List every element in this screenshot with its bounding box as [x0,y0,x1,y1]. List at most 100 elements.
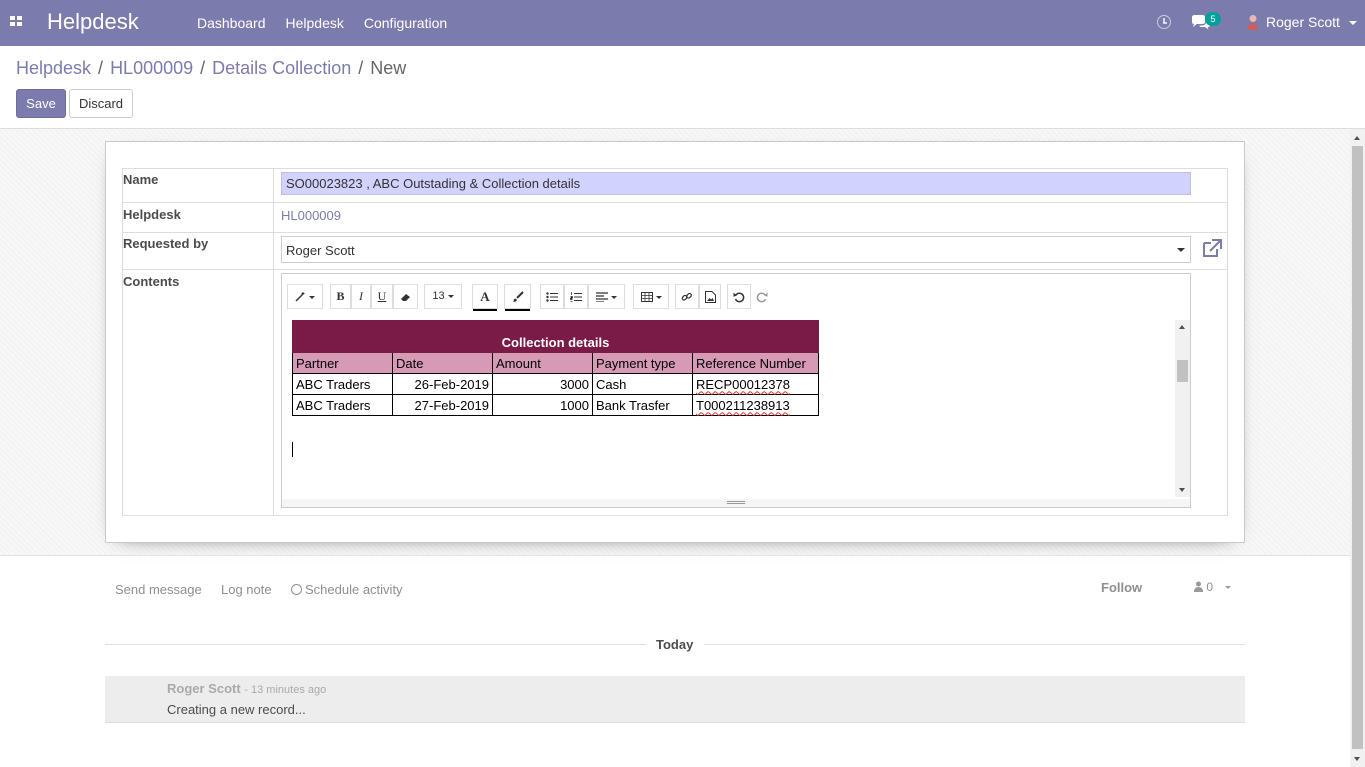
message-author[interactable]: Roger Scott [167,681,241,696]
page-scroll-up-icon[interactable] [1354,136,1360,140]
send-message-button[interactable]: Send message [115,582,202,597]
magic-wand-icon [295,292,305,302]
helpdesk-link[interactable]: HL000009 [281,208,341,223]
today-divider-left [105,644,646,645]
font-size-dropdown[interactable]: 13 [424,284,462,309]
schedule-activity-button[interactable]: Schedule activity [291,582,403,597]
chat-count-badge: 5 [1205,12,1221,26]
cell-payment-type: Cash [592,373,693,395]
menu-item-helpdesk[interactable]: Helpdesk [276,0,354,46]
image-file-icon [704,291,716,304]
table-icon [640,292,653,303]
requested-by-select[interactable]: Roger Scott [281,236,1191,263]
message-author-line: Roger Scott - 13 minutes ago [167,681,326,696]
page-scroll-thumb[interactable] [1352,146,1363,749]
text-cursor [292,442,293,457]
editor-content[interactable]: Collection details Partner Date Amount P… [282,318,1175,499]
cell-partner: ABC Traders [292,394,393,416]
cell-amount: 3000 [492,373,593,395]
requested-by-value: Roger Scott [286,243,355,258]
editor-resize-handle[interactable] [282,499,1190,507]
paint-brush-icon [512,291,524,303]
activity-clock-icon[interactable] [1157,15,1171,29]
save-button[interactable]: Save [16,89,66,118]
menu-item-dashboard[interactable]: Dashboard [187,0,276,46]
breadcrumb-details-collection[interactable]: Details Collection [212,58,351,79]
eraser-button[interactable] [393,284,418,309]
bullet-list-button[interactable] [540,284,564,309]
cell-date: 27-Feb-2019 [392,394,493,416]
eraser-icon [400,294,410,302]
cell-amount: 1000 [492,394,593,416]
redo-icon [756,292,768,303]
main-menu: Dashboard Helpdesk Configuration [187,0,457,46]
user-menu-caret-icon[interactable] [1349,21,1357,25]
user-icon [1194,581,1203,592]
user-menu-name[interactable]: Roger Scott [1266,14,1340,30]
name-field[interactable]: SO00023823 , ABC Outstading & Collection… [281,172,1191,195]
breadcrumb-ticket[interactable]: HL000009 [110,58,193,79]
top-navbar: Helpdesk Dashboard Helpdesk Configuratio… [0,0,1365,46]
cell-reference-number: RECP00012378 [692,373,819,395]
breadcrumb-helpdesk[interactable]: Helpdesk [16,58,91,79]
collection-table-title: Collection details [292,320,819,353]
bullet-list-icon [546,292,558,302]
numbered-list-button[interactable] [564,284,588,309]
today-divider-right [704,644,1245,645]
today-label: Today [656,637,694,652]
follow-button[interactable]: Follow [1101,580,1142,595]
paragraph-align-dropdown[interactable] [588,284,625,309]
html-editor[interactable]: B I U 13 A Collection details Partner Da… [281,273,1191,508]
name-label: Name [123,172,159,187]
apps-menu-icon[interactable] [10,16,23,27]
table-row: ABC Traders 26-Feb-2019 3000 Cash RECP00… [292,373,819,395]
log-note-button[interactable]: Log note [221,582,272,597]
page-scroll-down-icon[interactable] [1354,757,1360,761]
column-header-date: Date [392,352,493,374]
cell-reference-number: T000211238913 [692,394,819,416]
column-header-payment-type: Payment type [592,352,693,374]
user-avatar-icon[interactable] [1247,14,1259,30]
align-left-icon [596,292,608,303]
scroll-up-arrow-icon[interactable] [1179,325,1185,329]
message-body: Creating a new record... [167,702,306,717]
helpdesk-label: Helpdesk [123,207,181,222]
image-button[interactable] [699,284,721,309]
chatter-divider [0,555,1350,556]
bold-button[interactable]: B [330,284,351,309]
external-link-icon[interactable] [1201,238,1223,258]
clock-icon [291,584,302,595]
column-header-partner: Partner [292,352,393,374]
table-row: ABC Traders 27-Feb-2019 1000 Bank Trasfe… [292,394,819,416]
message-date: - 13 minutes ago [244,684,327,696]
table-dropdown[interactable] [633,284,669,309]
style-dropdown[interactable] [287,284,323,309]
italic-button[interactable]: I [351,284,371,309]
editor-scroll-thumb[interactable] [1177,360,1188,382]
editor-toolbar: B I U 13 A [282,274,1190,318]
select-caret-icon[interactable] [1177,248,1185,252]
followers-count: 0 [1206,580,1214,594]
editor-scrollbar[interactable] [1175,320,1190,497]
followers-dropdown[interactable]: 0 [1194,580,1232,594]
font-color-button[interactable]: A [472,284,498,311]
numbered-list-icon [570,292,582,303]
page-scrollbar[interactable] [1350,129,1365,767]
undo-button[interactable] [727,284,751,309]
redo-button[interactable] [751,284,773,309]
breadcrumb-current: New [370,58,407,78]
breadcrumb: Helpdesk / HL000009 / Details Collection… [16,58,407,79]
app-brand[interactable]: Helpdesk [47,9,139,35]
undo-icon [733,292,745,303]
cell-partner: ABC Traders [292,373,393,395]
discard-button[interactable]: Discard [69,89,133,118]
link-button[interactable] [675,284,699,309]
link-icon [681,293,692,301]
column-header-reference-number: Reference Number [692,352,819,374]
chatter-message: Roger Scott - 13 minutes ago Creating a … [105,676,1245,723]
highlight-color-button[interactable] [504,284,531,311]
underline-button[interactable]: U [371,284,393,309]
cell-date: 26-Feb-2019 [392,373,493,395]
scroll-down-arrow-icon[interactable] [1179,488,1185,492]
menu-item-configuration[interactable]: Configuration [354,0,457,46]
